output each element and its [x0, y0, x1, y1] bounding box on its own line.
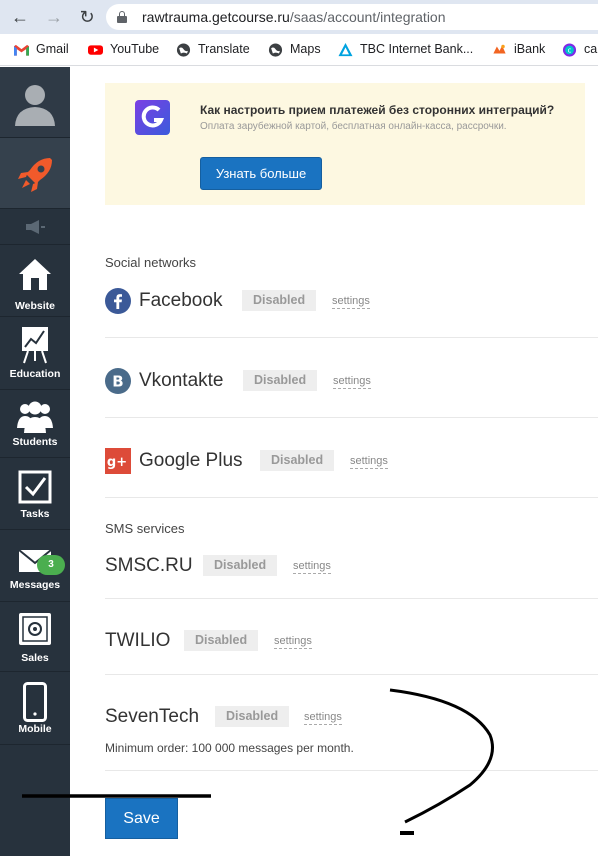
globe-icon: [176, 43, 191, 57]
ibank-icon: [493, 44, 506, 54]
lock-icon: [117, 11, 127, 23]
sidebar-item-tasks[interactable]: Tasks: [0, 458, 70, 530]
sidebar-item-announcements[interactable]: [0, 209, 70, 245]
youtube-icon: [88, 45, 103, 55]
address-bar[interactable]: rawtrauma.getcourse.ru/saas/account/inte…: [106, 4, 598, 30]
sidebar-item-mobile[interactable]: Mobile: [0, 672, 70, 745]
vk-icon: B: [105, 368, 131, 394]
sidebar: Website Education Students Tasks 3 Messa…: [0, 67, 70, 856]
reload-icon[interactable]: ↻: [75, 5, 99, 29]
messages-count-badge: 3: [37, 555, 65, 575]
chart-board-icon: [22, 327, 48, 364]
main-content: Как настроить прием платежей без сторонн…: [70, 67, 598, 856]
status-badge: Disabled: [242, 290, 317, 311]
status-badge: Disabled: [215, 706, 290, 727]
facebook-icon: [105, 288, 131, 314]
megaphone-icon: [26, 220, 45, 234]
integration-row-facebook: Facebook Disabled settings: [105, 274, 598, 338]
settings-link[interactable]: settings: [274, 635, 312, 649]
globe-icon: [268, 43, 283, 57]
promo-subtitle: Оплата зарубежной картой, бесплатная онл…: [200, 121, 507, 132]
service-name: Vkontakte: [139, 370, 224, 391]
sidebar-item-website[interactable]: Website: [0, 245, 70, 317]
social-networks-title: Social networks: [105, 255, 197, 270]
safe-icon: [19, 613, 51, 645]
checkbox-icon: [18, 470, 52, 504]
service-name: Facebook: [139, 290, 223, 311]
sidebar-item-sales[interactable]: Sales: [0, 602, 70, 672]
promo-banner: Как настроить прием платежей без сторонн…: [105, 83, 585, 205]
settings-link[interactable]: settings: [332, 295, 370, 309]
tbc-icon: [338, 43, 353, 57]
svg-text:B: B: [112, 373, 123, 391]
settings-link[interactable]: settings: [304, 711, 342, 725]
status-badge: Disabled: [203, 555, 278, 576]
integration-row-seventech: SevenTech Disabled settings Minimum orde…: [105, 675, 598, 771]
service-name: TWILIO: [105, 630, 171, 651]
service-name: Google Plus: [139, 450, 243, 471]
integration-row-smsc: SMSC.RU Disabled settings: [105, 541, 598, 599]
url-text: rawtrauma.getcourse.ru/saas/account/inte…: [142, 9, 446, 25]
avatar-icon: [15, 85, 55, 126]
service-name: SevenTech: [105, 706, 200, 727]
integration-row-google-plus: g+ Google Plus Disabled settings: [105, 418, 598, 498]
settings-link[interactable]: settings: [350, 455, 388, 469]
rocket-icon: [18, 158, 52, 192]
svg-text:c: c: [568, 47, 572, 55]
settings-link[interactable]: settings: [333, 375, 371, 389]
sms-services-title: SMS services: [105, 521, 185, 536]
integration-row-vkontakte: B Vkontakte Disabled settings: [105, 338, 598, 418]
save-button[interactable]: Save: [105, 798, 178, 839]
learn-more-button[interactable]: Узнать больше: [200, 157, 322, 190]
promo-title: Как настроить прием платежей без сторонн…: [200, 103, 555, 117]
people-icon: [17, 401, 53, 433]
forward-arrow-icon[interactable]: →: [42, 5, 66, 29]
sidebar-item-education[interactable]: Education: [0, 317, 70, 390]
status-badge: Disabled: [184, 630, 259, 651]
house-icon: [19, 259, 51, 290]
service-name: SMSC.RU: [105, 555, 193, 576]
back-arrow-icon[interactable]: ←: [8, 5, 32, 29]
sidebar-avatar[interactable]: [0, 67, 70, 138]
minimum-order-note: Minimum order: 100 000 messages per mont…: [105, 741, 354, 755]
bookmarks-bar: Gmail YouTube Translate Maps TBC Interne…: [0, 34, 598, 66]
svg-text:g+: g+: [107, 455, 127, 470]
sidebar-item-messages[interactable]: 3 Messages: [0, 530, 70, 602]
status-badge: Disabled: [260, 450, 335, 471]
getcourse-logo-icon: [135, 100, 170, 135]
gmail-icon: [14, 44, 29, 56]
sidebar-item-rocket[interactable]: [0, 138, 70, 209]
google-plus-icon: g+: [105, 448, 131, 474]
status-badge: Disabled: [243, 370, 318, 391]
integration-row-twilio: TWILIO Disabled settings: [105, 599, 598, 675]
canva-icon: c: [562, 43, 577, 57]
settings-link[interactable]: settings: [293, 560, 331, 574]
sidebar-item-students[interactable]: Students: [0, 390, 70, 458]
browser-toolbar: ← → ↻ rawtrauma.getcourse.ru/saas/accoun…: [0, 0, 598, 34]
phone-icon: [23, 682, 47, 722]
